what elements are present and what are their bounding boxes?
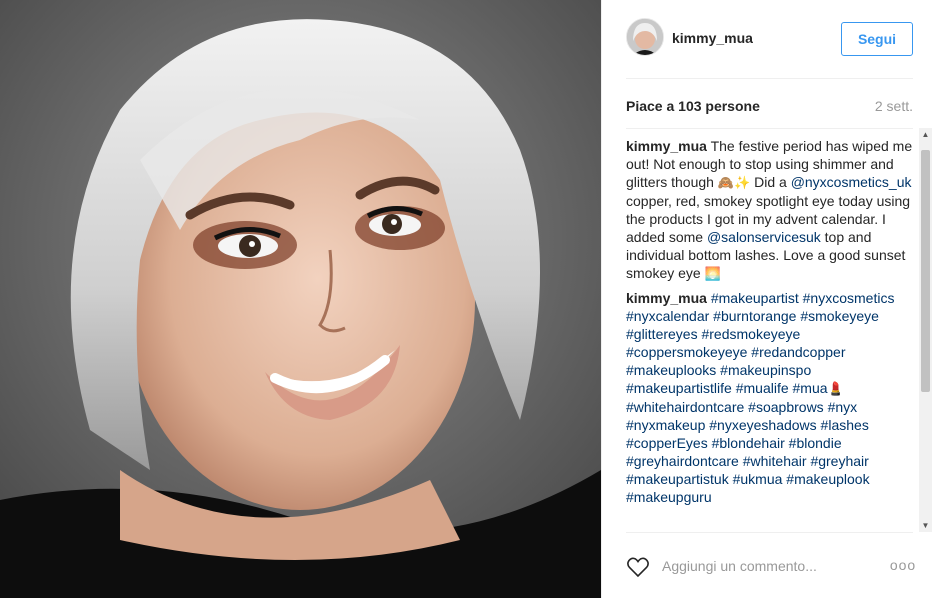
likes-divider <box>626 128 913 129</box>
avatar[interactable] <box>626 18 664 56</box>
caption-emoji-1: 🙈✨ <box>717 175 751 190</box>
post-side-panel: kimmy_mua Segui Piace a 103 persone 2 se… <box>601 0 934 598</box>
post-age[interactable]: 2 sett. <box>875 98 913 114</box>
scroll-up-icon[interactable]: ▲ <box>919 128 932 141</box>
post-photo-illustration <box>0 0 601 598</box>
footer-divider <box>626 532 913 533</box>
header-divider <box>626 78 913 79</box>
comment-input[interactable] <box>662 557 872 575</box>
post-username[interactable]: kimmy_mua <box>672 30 753 46</box>
follow-button[interactable]: Segui <box>841 22 913 56</box>
post-photo[interactable] <box>0 0 601 598</box>
scrollbar-thumb[interactable] <box>921 150 930 392</box>
scroll-down-icon[interactable]: ▼ <box>919 519 932 532</box>
mention-link[interactable]: @salonservicesuk <box>707 229 821 245</box>
caption-comment: kimmy_mua The festive period has wiped m… <box>626 137 916 283</box>
mention-link[interactable]: @nyxcosmetics_uk <box>791 174 912 190</box>
post-header: kimmy_mua Segui <box>626 18 913 60</box>
likes-count[interactable]: Piace a 103 persone <box>626 98 760 114</box>
caption-username[interactable]: kimmy_mua <box>626 138 707 154</box>
comments-scrollbar[interactable]: ▲ ▼ <box>919 128 932 532</box>
hashtag-links-2[interactable]: #whitehairdontcare #soapbrows #nyx #nyxm… <box>626 399 870 505</box>
likes-row: Piace a 103 persone 2 sett. <box>626 98 913 118</box>
more-options-icon[interactable]: ooo <box>890 556 916 574</box>
comments-list: kimmy_mua The festive period has wiped m… <box>626 137 916 527</box>
hashtag-comment-username[interactable]: kimmy_mua <box>626 290 707 306</box>
comment-footer: ooo <box>626 548 916 584</box>
caption-emoji-2: 🌅 <box>704 266 721 281</box>
caption-text-2: Did a <box>750 174 791 190</box>
hashtag-emoji: 💄 <box>827 381 844 396</box>
hashtag-comment: kimmy_mua #makeupartist #nyxcosmetics #n… <box>626 289 916 506</box>
heart-icon[interactable] <box>626 556 650 578</box>
